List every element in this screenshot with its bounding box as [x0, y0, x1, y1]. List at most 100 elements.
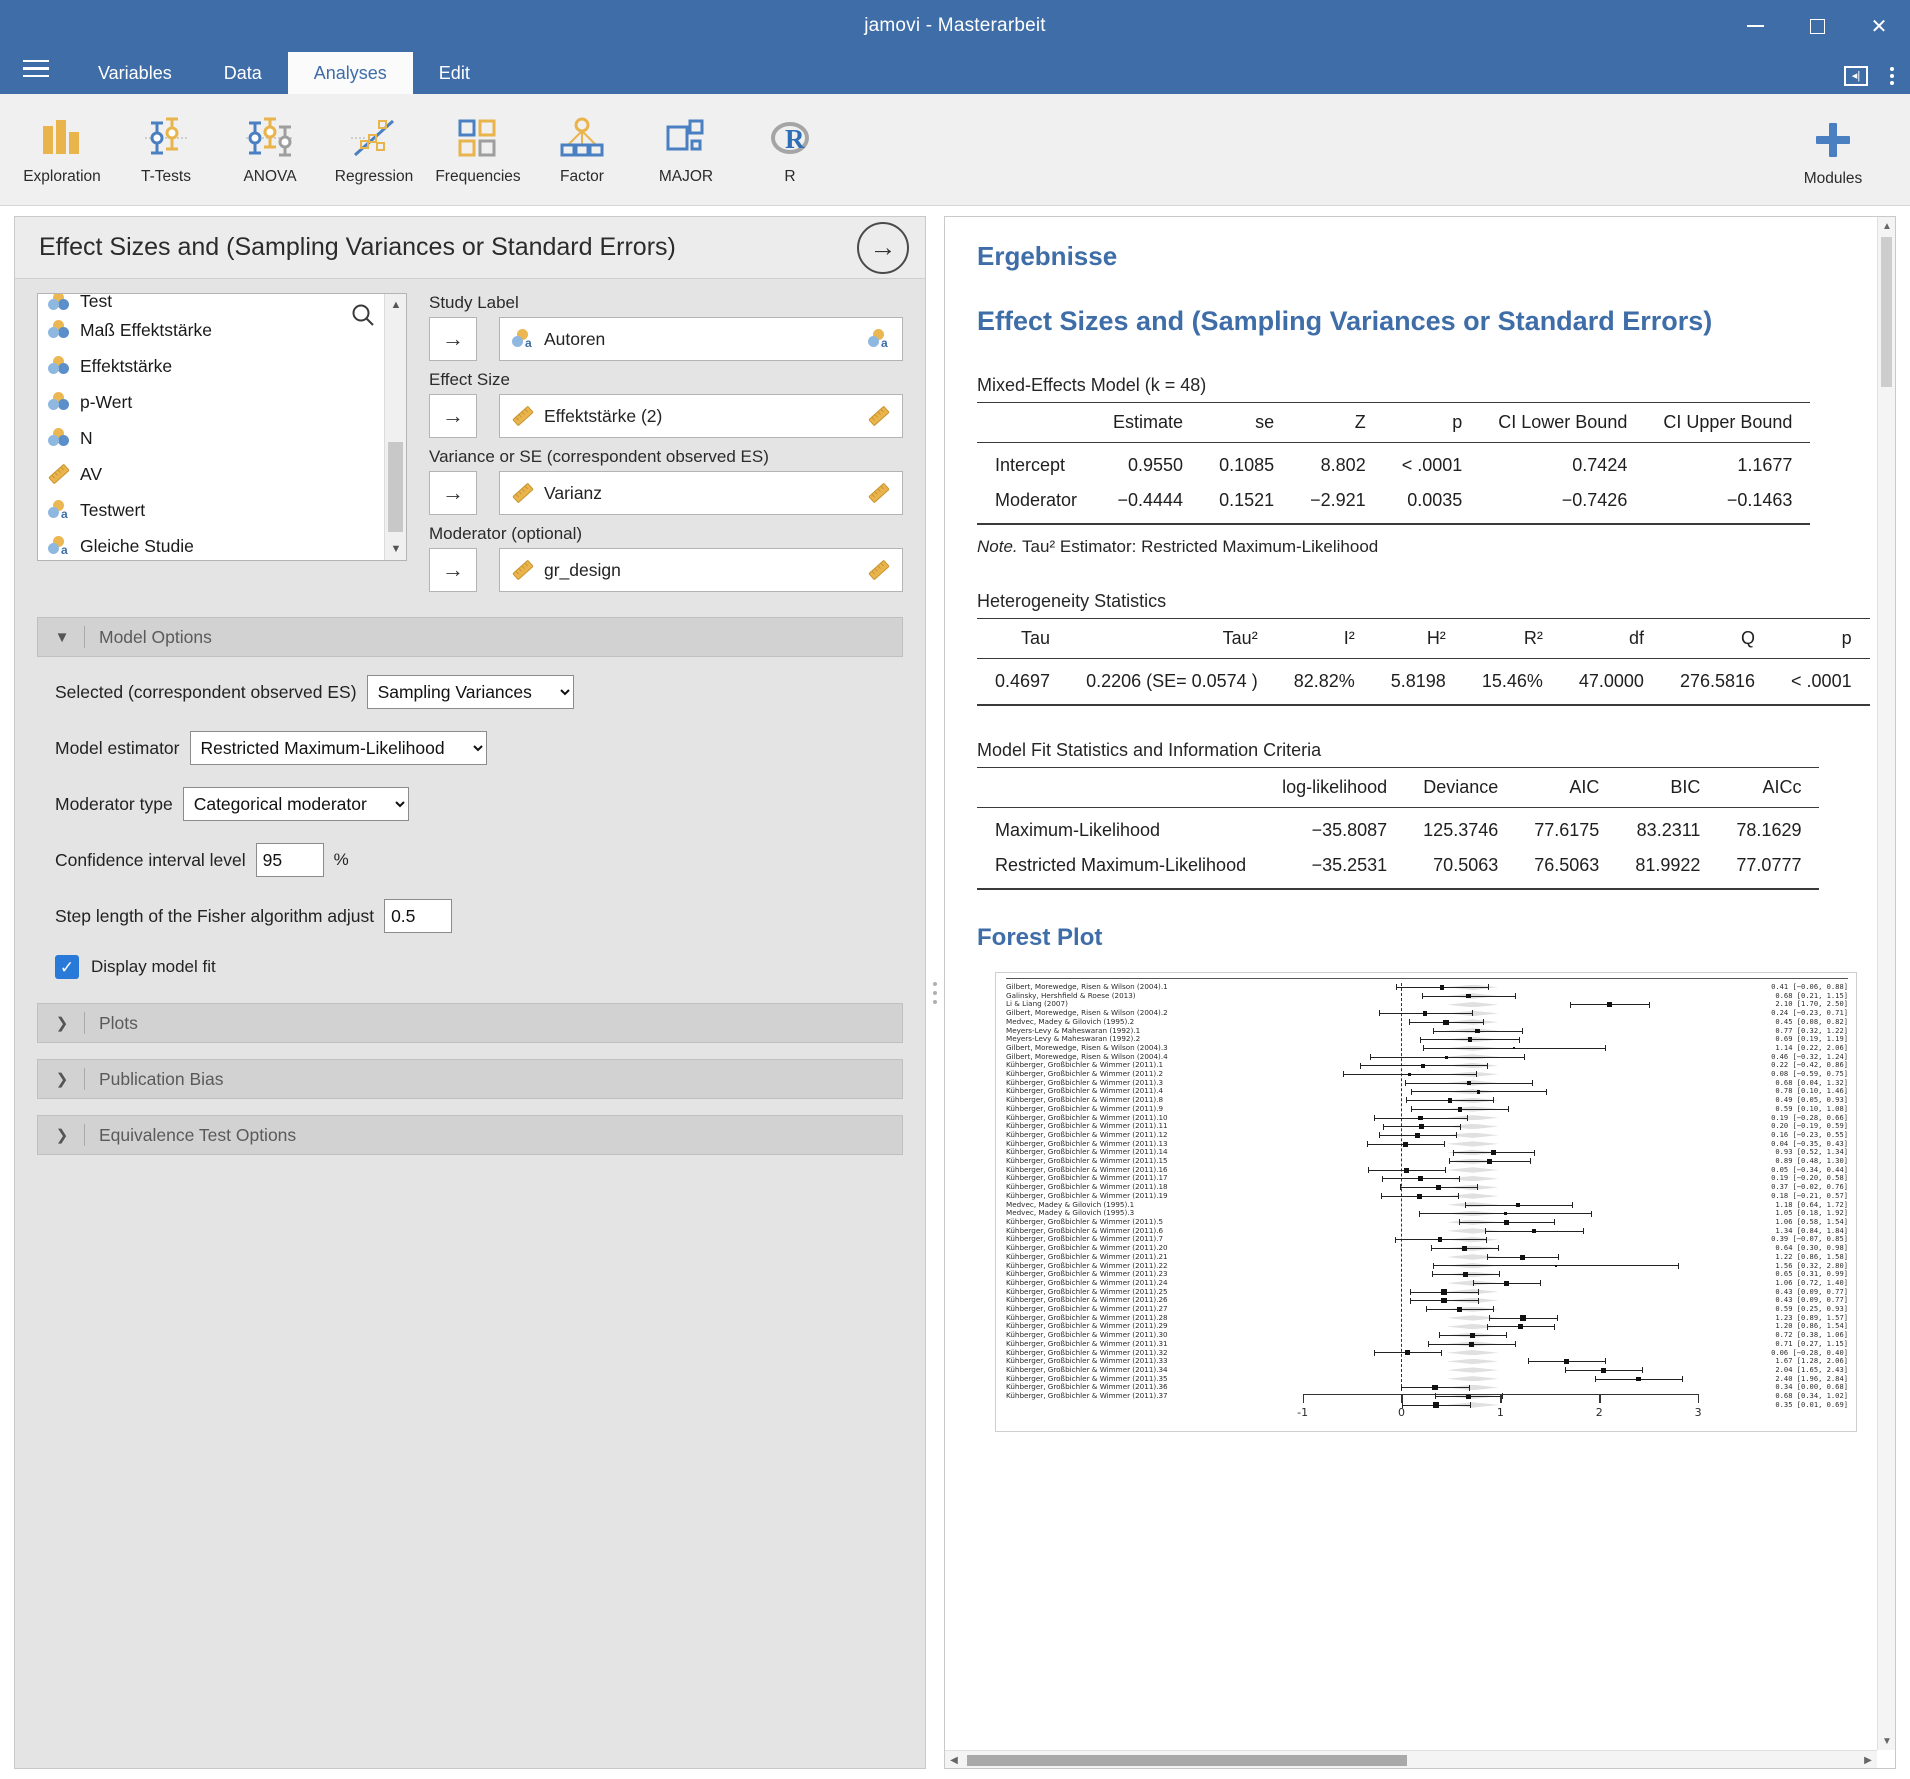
section-publication-bias[interactable]: ❯ Publication Bias	[37, 1059, 903, 1099]
model-estimator-select[interactable]: Restricted Maximum-Likelihood	[189, 731, 487, 765]
ribbon-major[interactable]: MAJOR	[634, 100, 738, 200]
forest-ci-cap	[1359, 1062, 1361, 1069]
close-icon: ✕	[1870, 15, 1888, 38]
forest-ci-cap	[1409, 1019, 1411, 1026]
forest-row	[1268, 1166, 1708, 1175]
scroll-thumb[interactable]	[1881, 237, 1892, 387]
hide-options-button[interactable]: →	[857, 221, 909, 274]
scroll-down-icon[interactable]: ▼	[385, 538, 406, 560]
ribbon-factor[interactable]: Factor	[530, 100, 634, 200]
forest-plot-title[interactable]: Forest Plot	[977, 924, 1847, 952]
forest-row	[1268, 1305, 1708, 1314]
table-header-row: log-likelihood Deviance AIC BIC AICc	[977, 767, 1820, 808]
close-button[interactable]: ✕	[1848, 0, 1910, 52]
panel-splitter[interactable]	[926, 206, 944, 1779]
moderator-box[interactable]: gr_design	[499, 548, 903, 592]
forest-row	[1268, 1009, 1708, 1018]
table-row: Maximum-Likelihood −35.8087 125.3746 77.…	[977, 808, 1819, 849]
assign-effect-size-button[interactable]: →	[429, 394, 477, 438]
moderator-type-select[interactable]: Categorical moderator	[182, 787, 409, 821]
forest-row	[1268, 1157, 1708, 1166]
scroll-down-icon[interactable]: ▼	[1878, 1732, 1895, 1750]
panel-toggle-icon[interactable]: ◂|	[1844, 66, 1868, 86]
forest-ci-cap	[1444, 1167, 1446, 1174]
tab-data[interactable]: Data	[198, 52, 288, 94]
model-fit-table: log-likelihood Deviance AIC BIC AICc Max…	[977, 767, 1820, 890]
results-horizontal-scrollbar[interactable]: ◀ ▶	[945, 1750, 1877, 1768]
forest-ci-cap	[1595, 1375, 1597, 1382]
step-length-input[interactable]	[384, 899, 453, 933]
forest-effect-marker	[1531, 1228, 1537, 1234]
ribbon-t-tests[interactable]: T-Tests	[114, 100, 218, 200]
forest-effect-marker	[1421, 1063, 1426, 1068]
selected-es-select[interactable]: Sampling Variances	[366, 675, 574, 709]
variable-list-scrollbar[interactable]: ▲ ▼	[384, 294, 406, 560]
row-display-model-fit[interactable]: ✓ Display model fit	[55, 955, 897, 979]
forest-effect-marker	[1466, 993, 1471, 999]
forest-row	[1268, 1218, 1708, 1227]
tab-variables[interactable]: Variables	[72, 52, 198, 94]
scroll-right-icon[interactable]: ▶	[1859, 1751, 1877, 1768]
ribbon-anova[interactable]: ANOVA	[218, 100, 322, 200]
scroll-thumb[interactable]	[388, 442, 403, 532]
variable-item-effektstaerke[interactable]: Effektstärke	[38, 348, 406, 384]
maximize-button[interactable]	[1786, 0, 1848, 52]
ribbon-major-label: MAJOR	[658, 167, 714, 185]
forest-row	[1268, 1357, 1708, 1366]
forest-effect-marker	[1470, 1332, 1476, 1339]
continuous-icon	[868, 406, 890, 426]
section-plots[interactable]: ❯ Plots	[37, 1003, 903, 1043]
variable-label: Test	[80, 294, 113, 311]
hamburger-menu-icon[interactable]	[0, 52, 72, 94]
assign-moderator-button[interactable]: →	[429, 548, 477, 592]
variable-item-testwert[interactable]: a Testwert	[38, 492, 406, 528]
search-icon[interactable]	[350, 302, 376, 333]
forest-ci-cap	[1532, 1080, 1533, 1087]
forest-ci-cap	[1458, 1219, 1460, 1226]
results-vertical-scrollbar[interactable]: ▲ ▼	[1877, 217, 1895, 1750]
ribbon-regression[interactable]: Regression	[322, 100, 426, 200]
variable-item-n[interactable]: N	[38, 420, 406, 456]
col-header: AICc	[1718, 767, 1820, 808]
ribbon-exploration[interactable]: Exploration	[10, 100, 114, 200]
minimize-button[interactable]	[1724, 0, 1786, 52]
variance-box[interactable]: Varianz	[499, 471, 903, 515]
forest-axis-tick	[1500, 1393, 1502, 1403]
forest-ci-cap	[1682, 1375, 1684, 1382]
section-equivalence-test[interactable]: ❯ Equivalence Test Options	[37, 1115, 903, 1155]
ribbon-frequencies[interactable]: Frequencies	[426, 100, 530, 200]
section-model-options[interactable]: ▼ Model Options	[37, 617, 903, 657]
ribbon-r[interactable]: R R	[738, 100, 842, 200]
study-label-box[interactable]: a Autoren a	[499, 317, 903, 361]
col-header: df	[1560, 618, 1662, 659]
modules-button[interactable]: Modules	[1778, 102, 1888, 202]
assign-variance-button[interactable]: →	[429, 471, 477, 515]
effect-size-box[interactable]: Effektstärke (2)	[499, 394, 903, 438]
more-options-icon[interactable]	[1882, 65, 1902, 87]
assign-study-label-button[interactable]: →	[429, 317, 477, 361]
cell: 8.802	[1320, 455, 1366, 475]
tab-edit[interactable]: Edit	[413, 52, 496, 94]
variable-item-av[interactable]: AV	[38, 456, 406, 492]
forest-ci-cap	[1515, 993, 1517, 1000]
forest-effect-marker	[1441, 1298, 1447, 1304]
scroll-up-icon[interactable]: ▲	[385, 294, 406, 316]
confidence-interval-input[interactable]	[255, 843, 324, 877]
forest-ci-cap	[1373, 1114, 1375, 1121]
modules-label: Modules	[1803, 170, 1863, 187]
table-header-row: Estimate se Z p CI Lower Bound CI Upper …	[977, 402, 1811, 443]
forest-ci-cap	[1522, 1027, 1524, 1034]
variable-item-p-wert[interactable]: p-Wert	[38, 384, 406, 420]
forest-plot-ci-values: 0.41 [−0.06, 0.88] 0.68 [0.21, 1.15] 2.10 …	[1748, 982, 1848, 1409]
forest-study-label: Kühberger, Großbichler & Wimmer (2011).1…	[1006, 1165, 1168, 1174]
results-analysis-title[interactable]: Effect Sizes and (Sampling Variances or …	[977, 306, 1847, 337]
results-heading[interactable]: Ergebnisse	[977, 241, 1847, 272]
scroll-up-icon[interactable]: ▲	[1878, 217, 1895, 235]
forest-plot[interactable]: Gilbert, Morewedge, Risen & Wilson (2004…	[995, 972, 1857, 1432]
display-model-fit-checkbox[interactable]: ✓	[55, 955, 79, 979]
tab-analyses[interactable]: Analyses	[287, 52, 413, 94]
variable-item-gleiche-studie[interactable]: a Gleiche Studie	[38, 528, 406, 560]
scroll-left-icon[interactable]: ◀	[945, 1751, 963, 1768]
scroll-thumb[interactable]	[967, 1755, 1407, 1766]
variable-list[interactable]: Test Maß Effektstärke Effektstärke p-Wer…	[37, 293, 407, 561]
